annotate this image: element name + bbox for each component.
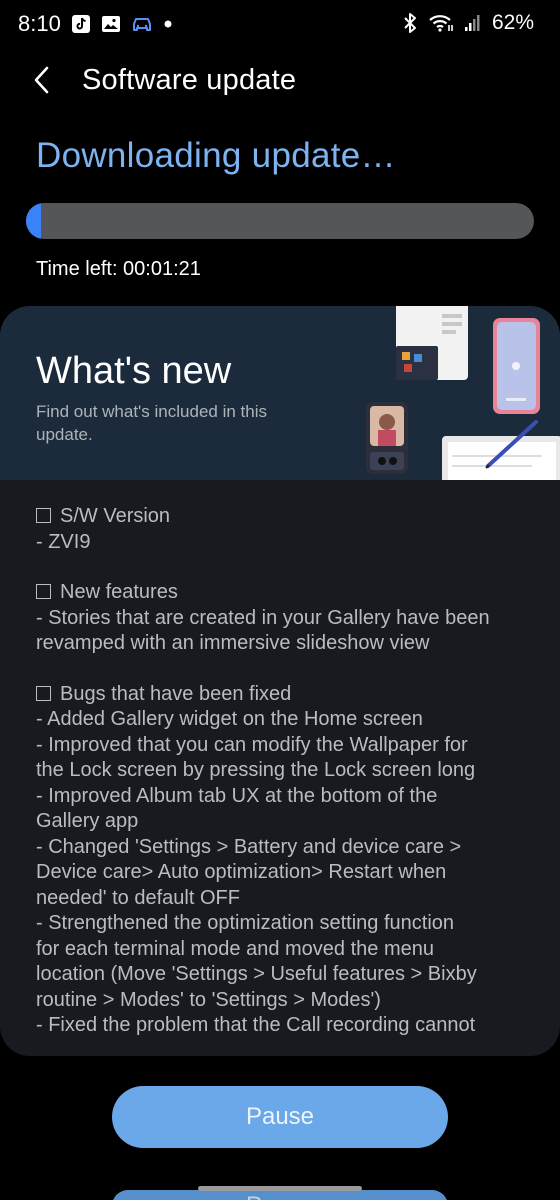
notes-line: - Changed 'Settings > Battery and device… <box>36 835 462 858</box>
bluetooth-icon <box>402 12 418 34</box>
battery-percent: 62% <box>491 11 534 34</box>
whats-new-title: What's new <box>36 350 232 392</box>
wifi-icon <box>428 13 454 33</box>
notes-line: needed' to default OFF <box>36 886 240 909</box>
notes-line: revamped with an immersive slideshow vie… <box>36 632 430 654</box>
notes-line: - Improved Album tab UX at the bottom of… <box>36 784 438 807</box>
notes-section-heading: Bugs that have been fixed <box>36 682 526 708</box>
download-progress-fill <box>26 203 42 239</box>
notes-line: the Lock screen by pressing the Lock scr… <box>36 759 476 781</box>
notes-line: - Improved that you can modify the Wallp… <box>36 733 468 756</box>
notes-line: - Added Gallery widget on the Home scree… <box>36 708 423 730</box>
notes-line: routine > Modes' to 'Settings > Modes') <box>36 988 381 1011</box>
download-progress-bar <box>26 203 534 239</box>
checkbox-icon <box>36 508 51 523</box>
gallery-icon <box>101 14 121 34</box>
status-left: 8:10 <box>18 11 173 37</box>
notes-heading-text: S/W Version <box>60 505 171 527</box>
signal-icon <box>464 13 482 33</box>
notes-heading-text: New features <box>60 581 178 603</box>
status-bar: 8:10 62% <box>0 0 560 52</box>
notes-section: Bugs that have been fixed - Added Gallery… <box>36 682 526 1039</box>
whats-new-card[interactable]: What's new Find out what's included in t… <box>0 306 560 1056</box>
status-right: 62% <box>402 11 534 35</box>
checkbox-icon <box>36 584 51 599</box>
notes-line: Device care> Auto optimization> Restart … <box>36 861 447 883</box>
app-header: Software update <box>0 58 560 106</box>
pause-button[interactable]: Pause <box>112 1086 448 1148</box>
whats-new-banner: What's new Find out what's included in t… <box>0 306 560 480</box>
notes-line: for each terminal mode and moved the men… <box>36 937 434 960</box>
secondary-pause-button[interactable]: Pause <box>112 1190 448 1200</box>
tiktok-icon <box>71 14 91 34</box>
download-status: Downloading update… <box>36 136 396 175</box>
notes-line: - Stories that are created in your Galle… <box>36 606 490 629</box>
page-title: Software update <box>82 64 297 96</box>
notes-heading-text: Bugs that have been fixed <box>60 682 292 705</box>
notes-section: New features - Stories that are created i… <box>36 580 526 657</box>
notes-section-heading: S/W Version <box>36 504 526 530</box>
release-notes: S/W Version - ZVI9 New features - Stories t… <box>36 504 526 1056</box>
back-button[interactable] <box>24 64 58 100</box>
checkbox-icon <box>36 685 51 701</box>
status-time: 8:10 <box>18 11 61 36</box>
time-left: Time left: 00:01:21 <box>36 258 201 280</box>
car-icon <box>131 14 153 34</box>
whats-new-subtitle: Find out what's included in this update. <box>36 402 267 444</box>
notes-line: Gallery app <box>36 810 139 832</box>
notification-dot-icon <box>163 19 173 29</box>
devices-illustration <box>366 306 560 480</box>
notes-line: - Strengthened the optimization setting … <box>36 912 455 934</box>
notes-line: - ZVI9 <box>36 530 91 553</box>
home-indicator[interactable] <box>198 1186 362 1191</box>
notes-section-heading: New features <box>36 580 526 606</box>
notes-line: - Fixed the problem that the Call record… <box>36 1014 476 1036</box>
notes-section: S/W Version - ZVI9 <box>36 504 526 555</box>
notes-line: location (Move 'Settings > Useful featur… <box>36 963 477 985</box>
chevron-left-icon <box>32 65 50 100</box>
